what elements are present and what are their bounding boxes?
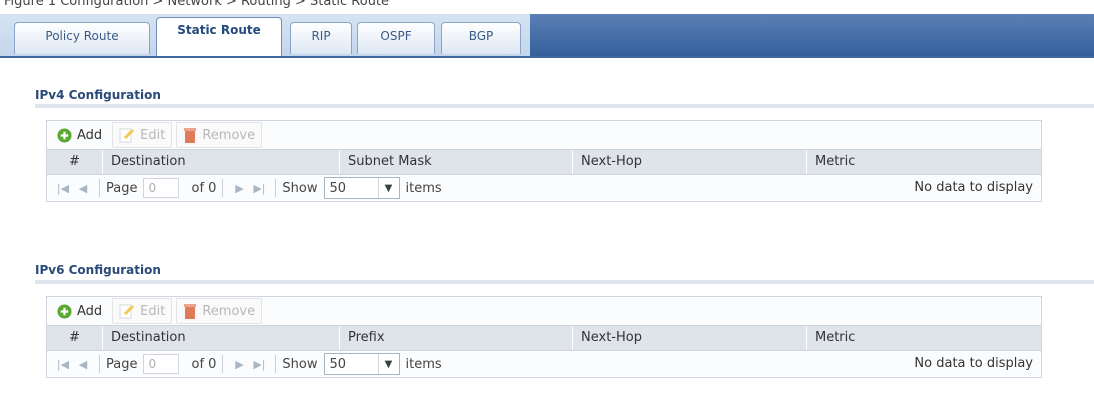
column-next-hop[interactable]: Next-Hop — [573, 150, 807, 174]
content-area: IPv4 Configuration Add Edit Remove # Des… — [0, 58, 1094, 417]
show-label: Show — [282, 356, 318, 372]
ipv6-toolbar: Add Edit Remove — [47, 297, 263, 325]
ipv6-pager: |◀ ◀ Page of 0 ▶ ▶| Show 50 ▼ items No d… — [47, 350, 1041, 378]
ipv4-route-table: Add Edit Remove # Destination Subnet Mas… — [46, 120, 1042, 202]
show-label: Show — [282, 180, 318, 196]
column-next-hop[interactable]: Next-Hop — [573, 326, 807, 350]
ipv6-edit-button[interactable]: Edit — [112, 298, 173, 324]
ipv4-remove-button[interactable]: Remove — [176, 122, 263, 148]
edit-icon — [119, 304, 135, 319]
page-number-input[interactable] — [143, 178, 180, 198]
ipv6-divider — [35, 280, 1094, 284]
last-page-icon[interactable]: ▶| — [249, 182, 269, 195]
ipv6-section-title: IPv6 Configuration — [35, 263, 161, 277]
ipv4-section-title: IPv4 Configuration — [35, 88, 161, 102]
trash-icon — [184, 128, 197, 143]
column-subnet-mask[interactable]: Subnet Mask — [340, 150, 573, 174]
next-page-icon[interactable]: ▶ — [229, 358, 249, 371]
ipv4-table-header: # Destination Subnet Mask Next-Hop Metri… — [47, 149, 1041, 175]
tab-rip[interactable]: RIP — [290, 22, 352, 54]
trash-icon — [184, 304, 197, 319]
page-number-input[interactable] — [143, 354, 180, 374]
pager-separator — [275, 179, 277, 197]
page-count-label: of 0 — [191, 356, 217, 372]
column-number[interactable]: # — [47, 150, 103, 174]
page-label: Page — [106, 356, 138, 372]
last-page-icon[interactable]: ▶| — [249, 358, 269, 371]
chevron-down-icon[interactable]: ▼ — [377, 354, 399, 374]
tab-bgp[interactable]: BGP — [441, 22, 521, 54]
tab-ospf[interactable]: OSPF — [357, 22, 435, 54]
pager-separator — [222, 355, 224, 373]
first-page-icon[interactable]: |◀ — [53, 182, 73, 195]
prev-page-icon[interactable]: ◀ — [73, 182, 93, 195]
column-destination[interactable]: Destination — [103, 150, 340, 174]
first-page-icon[interactable]: |◀ — [53, 358, 73, 371]
tab-policy-route[interactable]: Policy Route — [14, 22, 150, 54]
add-icon — [57, 127, 72, 143]
edit-icon — [119, 128, 135, 143]
column-number[interactable]: # — [47, 326, 103, 350]
ipv6-table-header: # Destination Prefix Next-Hop Metric — [47, 325, 1041, 351]
ipv4-pager: |◀ ◀ Page of 0 ▶ ▶| Show 50 ▼ items No d… — [47, 174, 1041, 202]
ipv6-route-table: Add Edit Remove # Destination Prefix Nex… — [46, 296, 1042, 378]
ipv4-edit-button[interactable]: Edit — [112, 122, 173, 148]
next-page-icon[interactable]: ▶ — [229, 182, 249, 195]
pager-separator — [99, 355, 100, 373]
column-metric[interactable]: Metric — [807, 326, 1041, 350]
tab-static-route[interactable]: Static Route — [156, 17, 282, 56]
tab-bar-filler — [530, 14, 1094, 56]
add-icon — [57, 303, 72, 319]
ipv4-toolbar: Add Edit Remove — [47, 121, 263, 149]
ipv6-remove-button[interactable]: Remove — [176, 298, 263, 324]
column-prefix[interactable]: Prefix — [340, 326, 573, 350]
page-label: Page — [106, 180, 138, 196]
prev-page-icon[interactable]: ◀ — [73, 358, 93, 371]
empty-status: No data to display — [914, 180, 1033, 195]
chevron-down-icon[interactable]: ▼ — [377, 178, 399, 198]
ipv6-add-button[interactable]: Add — [51, 299, 108, 323]
page-size-select[interactable]: 50 ▼ — [323, 177, 400, 199]
pager-separator — [99, 179, 100, 197]
items-label: items — [405, 356, 442, 372]
pager-separator — [222, 179, 224, 197]
page-count-label: of 0 — [191, 180, 217, 196]
column-destination[interactable]: Destination — [103, 326, 340, 350]
page-size-select[interactable]: 50 ▼ — [323, 353, 400, 375]
empty-status: No data to display — [914, 356, 1033, 371]
pager-separator — [275, 355, 277, 373]
ipv4-add-button[interactable]: Add — [51, 123, 108, 147]
figure-caption: Figure 1 Configuration > Network > Routi… — [4, 0, 390, 9]
column-metric[interactable]: Metric — [807, 150, 1041, 174]
items-label: items — [405, 180, 442, 196]
ipv4-divider — [35, 104, 1094, 108]
